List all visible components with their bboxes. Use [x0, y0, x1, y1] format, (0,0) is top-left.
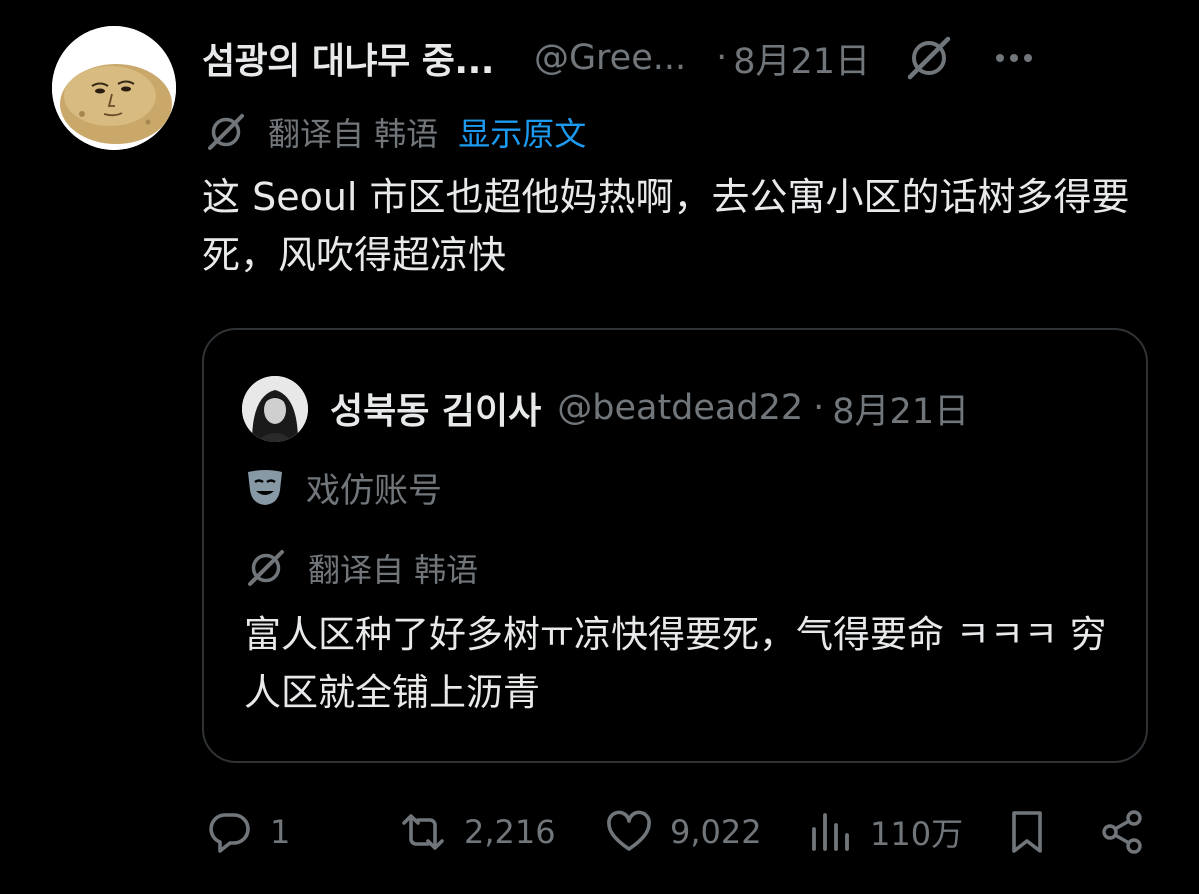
reply-count: 1 [270, 813, 291, 851]
grok-icon [248, 550, 284, 586]
author-display-name[interactable]: 섬광의 대냐무 중... [202, 32, 494, 84]
separator-dot: · [813, 388, 825, 428]
tweet-header: 섬광의 대냐무 중... @Gree... · 8月21日 [202, 30, 1159, 86]
quoted-author-handle[interactable]: @beatdead22 [557, 388, 803, 428]
quoted-translation-info: 翻译自 韩语 [244, 544, 478, 592]
retweet-button[interactable]: 2,216 [398, 802, 556, 862]
tweet-date[interactable]: 8月21日 [733, 33, 870, 84]
translated-from-label: 翻译自 韩语 [268, 115, 439, 153]
quoted-translated-from-label: 翻译自 韩语 [308, 551, 479, 589]
action-bar: 1 2,216 9,022 110万 [202, 802, 1152, 862]
grok-button[interactable] [904, 33, 954, 83]
account-label-text: 戏仿账号 [306, 470, 442, 511]
more-options-icon [996, 54, 1033, 62]
potato-face-avatar [52, 26, 176, 150]
theater-mask-icon [248, 470, 282, 505]
quoted-tweet-card[interactable]: 성북동 김이사 @beatdead22 · 8月21日 戏仿账号 翻译自 韩语 … [202, 328, 1148, 763]
tweet-text: 这 Seoul 市区也超他妈热啊，去公寓小区的话树多得要死，风吹得超凉快 [202, 175, 1130, 277]
author-handle[interactable]: @Gree... [534, 38, 686, 78]
grok-icon [907, 36, 951, 80]
reply-icon [209, 813, 250, 853]
quoted-tweet-text: 富人区种了好多树ㅠ凉快得要死，气得要命 ㅋㅋㅋ 穷人区就全铺上沥青 [244, 613, 1107, 714]
like-count: 9,022 [670, 813, 762, 851]
separator-dot: · [716, 38, 728, 78]
quoted-tweet-date[interactable]: 8月21日 [832, 383, 969, 434]
bookmark-icon [1012, 811, 1042, 853]
translation-info: 翻译自 韩语 显示原文 [204, 108, 586, 156]
parody-account-label: 戏仿账号 [244, 462, 442, 512]
reply-button[interactable]: 1 [204, 802, 290, 862]
bookmark-button[interactable] [1002, 802, 1052, 862]
share-button[interactable] [1098, 802, 1148, 862]
views-chart-icon [812, 813, 849, 851]
views-count: 110万 [870, 815, 964, 853]
more-options-button[interactable] [990, 34, 1038, 82]
author-avatar[interactable] [52, 26, 176, 150]
grok-icon [208, 114, 244, 150]
quoted-tweet-header: 성북동 김이사 @beatdead22 · 8月21日 [330, 378, 969, 438]
show-original-link[interactable]: 显示原文 [458, 109, 586, 155]
quoted-author-avatar[interactable] [242, 376, 308, 442]
like-button[interactable]: 9,022 [604, 802, 762, 862]
heart-icon [607, 810, 651, 851]
views-button[interactable]: 110万 [806, 802, 963, 862]
retweet-count: 2,216 [464, 813, 556, 851]
share-icon [1102, 810, 1142, 854]
retweet-icon [402, 814, 444, 850]
quoted-author-display-name[interactable]: 성북동 김이사 [330, 382, 541, 434]
portrait-avatar [242, 376, 308, 442]
